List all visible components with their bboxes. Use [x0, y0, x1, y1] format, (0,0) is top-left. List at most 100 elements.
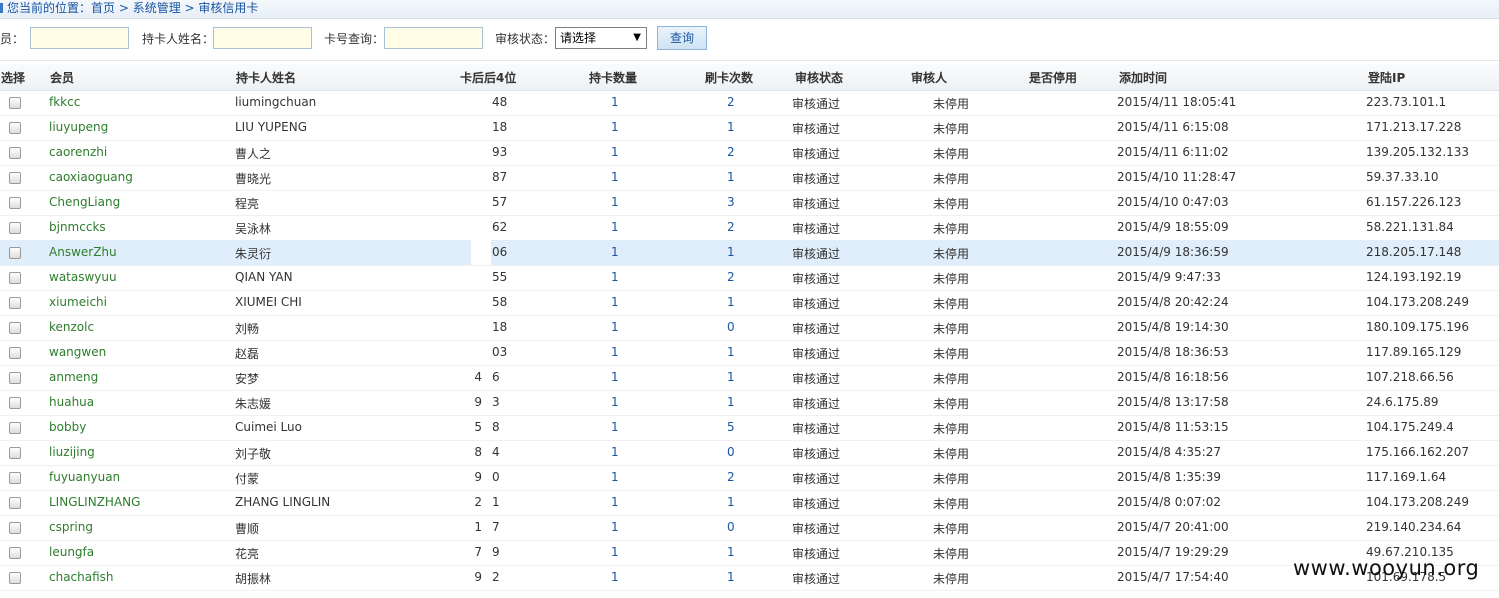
row-select-checkbox[interactable]: [9, 372, 21, 384]
table-row[interactable]: ChengLiang 程亮 57 1 3 审核通过 未停用 2015/4/10 0:47:03…: [0, 190, 1499, 216]
card-count-link[interactable]: 1: [611, 270, 619, 284]
row-select-checkbox[interactable]: [9, 172, 21, 184]
card-count-link[interactable]: 1: [611, 570, 619, 584]
swipe-count-link[interactable]: 3: [727, 195, 735, 209]
card-count-link[interactable]: 1: [611, 495, 619, 509]
row-select-checkbox[interactable]: [9, 247, 21, 259]
member-link[interactable]: wangwen: [49, 345, 106, 359]
member-link[interactable]: AnswerZhu: [49, 245, 117, 259]
swipe-count-link[interactable]: 1: [727, 170, 735, 184]
member-link[interactable]: LINGLINZHANG: [49, 495, 140, 509]
status-select[interactable]: 请选择 ▼: [555, 27, 647, 49]
card-count-link[interactable]: 1: [611, 545, 619, 559]
swipe-count-link[interactable]: 1: [727, 120, 735, 134]
row-select-checkbox[interactable]: [9, 297, 21, 309]
card-count-link[interactable]: 1: [611, 145, 619, 159]
card-count-link[interactable]: 1: [611, 470, 619, 484]
member-link[interactable]: liuyupeng: [49, 120, 108, 134]
row-select-checkbox[interactable]: [9, 122, 21, 134]
swipe-count-link[interactable]: 1: [727, 295, 735, 309]
table-row[interactable]: liuzijing 刘子敬 8 4 1 0 审核通过 未停用 2015/4/8 4:35:27 1…: [0, 440, 1499, 466]
holder-name-input[interactable]: [213, 27, 312, 49]
table-row[interactable]: wataswyuu QIAN YAN 55 1 2 审核通过 未停用 2015/4/9 9:4…: [0, 265, 1499, 291]
card-count-link[interactable]: 1: [611, 395, 619, 409]
card-count-link[interactable]: 1: [611, 445, 619, 459]
table-row[interactable]: wangwen 赵磊 03 1 1 审核通过 未停用 2015/4/8 18:36:53 117…: [0, 340, 1499, 366]
swipe-count-link[interactable]: 0: [727, 320, 735, 334]
swipe-count-link[interactable]: 2: [727, 270, 735, 284]
member-link[interactable]: kenzolc: [49, 320, 94, 334]
swipe-count-link[interactable]: 2: [727, 145, 735, 159]
row-select-checkbox[interactable]: [9, 222, 21, 234]
row-select-checkbox[interactable]: [9, 397, 21, 409]
table-row[interactable]: kenzolc 刘畅 18 1 0 审核通过 未停用 2015/4/8 19:14:30 180…: [0, 315, 1499, 341]
row-select-checkbox[interactable]: [9, 322, 21, 334]
card-count-link[interactable]: 1: [611, 245, 619, 259]
swipe-count-link[interactable]: 1: [727, 395, 735, 409]
card-count-link[interactable]: 1: [611, 170, 619, 184]
row-select-checkbox[interactable]: [9, 272, 21, 284]
swipe-count-link[interactable]: 1: [727, 545, 735, 559]
member-link[interactable]: fuyuanyuan: [49, 470, 120, 484]
swipe-count-link[interactable]: 1: [727, 570, 735, 584]
swipe-count-link[interactable]: 1: [727, 245, 735, 259]
card-count-link[interactable]: 1: [611, 95, 619, 109]
member-link[interactable]: caorenzhi: [49, 145, 107, 159]
member-link[interactable]: liuzijing: [49, 445, 95, 459]
table-row[interactable]: liuyupeng LIU YUPENG 18 1 1 审核通过 未停用 2015/4/11 …: [0, 115, 1499, 141]
breadcrumb-system-link[interactable]: 系统管理: [133, 1, 181, 15]
card-number-input[interactable]: [384, 27, 483, 49]
table-row[interactable]: AnswerZhu 朱灵衍 06 1 1 审核通过 未停用 2015/4/9 18:36:59…: [0, 240, 1499, 266]
swipe-count-link[interactable]: 5: [727, 420, 735, 434]
row-select-checkbox[interactable]: [9, 97, 21, 109]
row-select-checkbox[interactable]: [9, 347, 21, 359]
swipe-count-link[interactable]: 0: [727, 445, 735, 459]
member-link[interactable]: cspring: [49, 520, 93, 534]
table-row[interactable]: caoxiaoguang 曹晓光 87 1 1 审核通过 未停用 2015/4/10 11:2…: [0, 165, 1499, 191]
row-select-checkbox[interactable]: [9, 422, 21, 434]
row-select-checkbox[interactable]: [9, 472, 21, 484]
swipe-count-link[interactable]: 1: [727, 345, 735, 359]
table-row[interactable]: chachafish 胡振林 9 2 1 1 审核通过 未停用 2015/4/7 17:54:4…: [0, 565, 1499, 591]
swipe-count-link[interactable]: 1: [727, 495, 735, 509]
table-row[interactable]: xiumeichi XIUMEI CHI 58 1 1 审核通过 未停用 2015/4/8 2…: [0, 290, 1499, 316]
table-row[interactable]: fkkcc liumingchuan 48 1 2 审核通过 未停用 2015/4/11 18…: [0, 90, 1499, 116]
table-row[interactable]: caorenzhi 曹人之 93 1 2 审核通过 未停用 2015/4/11 6:11:02…: [0, 140, 1499, 166]
member-link[interactable]: fkkcc: [49, 95, 80, 109]
member-link[interactable]: caoxiaoguang: [49, 170, 133, 184]
card-count-link[interactable]: 1: [611, 420, 619, 434]
row-select-checkbox[interactable]: [9, 522, 21, 534]
card-count-link[interactable]: 1: [611, 370, 619, 384]
member-link[interactable]: chachafish: [49, 570, 114, 584]
card-count-link[interactable]: 1: [611, 120, 619, 134]
row-select-checkbox[interactable]: [9, 447, 21, 459]
card-count-link[interactable]: 1: [611, 195, 619, 209]
card-count-link[interactable]: 1: [611, 345, 619, 359]
member-link[interactable]: bjnmccks: [49, 220, 106, 234]
row-select-checkbox[interactable]: [9, 147, 21, 159]
member-input[interactable]: [30, 27, 129, 49]
swipe-count-link[interactable]: 1: [727, 370, 735, 384]
table-row[interactable]: fuyuanyuan 付蒙 9 0 1 2 审核通过 未停用 2015/4/8 1:35:39 1…: [0, 465, 1499, 491]
card-count-link[interactable]: 1: [611, 520, 619, 534]
card-count-link[interactable]: 1: [611, 295, 619, 309]
member-link[interactable]: huahua: [49, 395, 94, 409]
swipe-count-link[interactable]: 0: [727, 520, 735, 534]
table-row[interactable]: anmeng 安梦 4 6 1 1 审核通过 未停用 2015/4/8 16:18:56 107.…: [0, 365, 1499, 391]
member-link[interactable]: leungfa: [49, 545, 94, 559]
table-row[interactable]: huahua 朱志媛 9 3 1 1 审核通过 未停用 2015/4/8 13:17:58 24.…: [0, 390, 1499, 416]
row-select-checkbox[interactable]: [9, 197, 21, 209]
table-row[interactable]: LINGLINZHANG ZHANG LINGLIN 2 1 1 1 审核通过 未停用 2015…: [0, 490, 1499, 516]
table-row[interactable]: bobby Cuimei Luo 5 8 1 5 审核通过 未停用 2015/4/8 11:53…: [0, 415, 1499, 441]
table-row[interactable]: leungfa 花亮 7 9 1 1 审核通过 未停用 2015/4/7 19:29:29 49.…: [0, 540, 1499, 566]
member-link[interactable]: anmeng: [49, 370, 98, 384]
table-row[interactable]: bjnmccks 吴泳林 62 1 2 审核通过 未停用 2015/4/9 18:55:09 5…: [0, 215, 1499, 241]
swipe-count-link[interactable]: 2: [727, 220, 735, 234]
swipe-count-link[interactable]: 2: [727, 470, 735, 484]
card-count-link[interactable]: 1: [611, 220, 619, 234]
member-link[interactable]: ChengLiang: [49, 195, 120, 209]
swipe-count-link[interactable]: 2: [727, 95, 735, 109]
row-select-checkbox[interactable]: [9, 572, 21, 584]
table-row[interactable]: cspring 曹顺 1 7 1 0 审核通过 未停用 2015/4/7 20:41:00 219…: [0, 515, 1499, 541]
card-count-link[interactable]: 1: [611, 320, 619, 334]
